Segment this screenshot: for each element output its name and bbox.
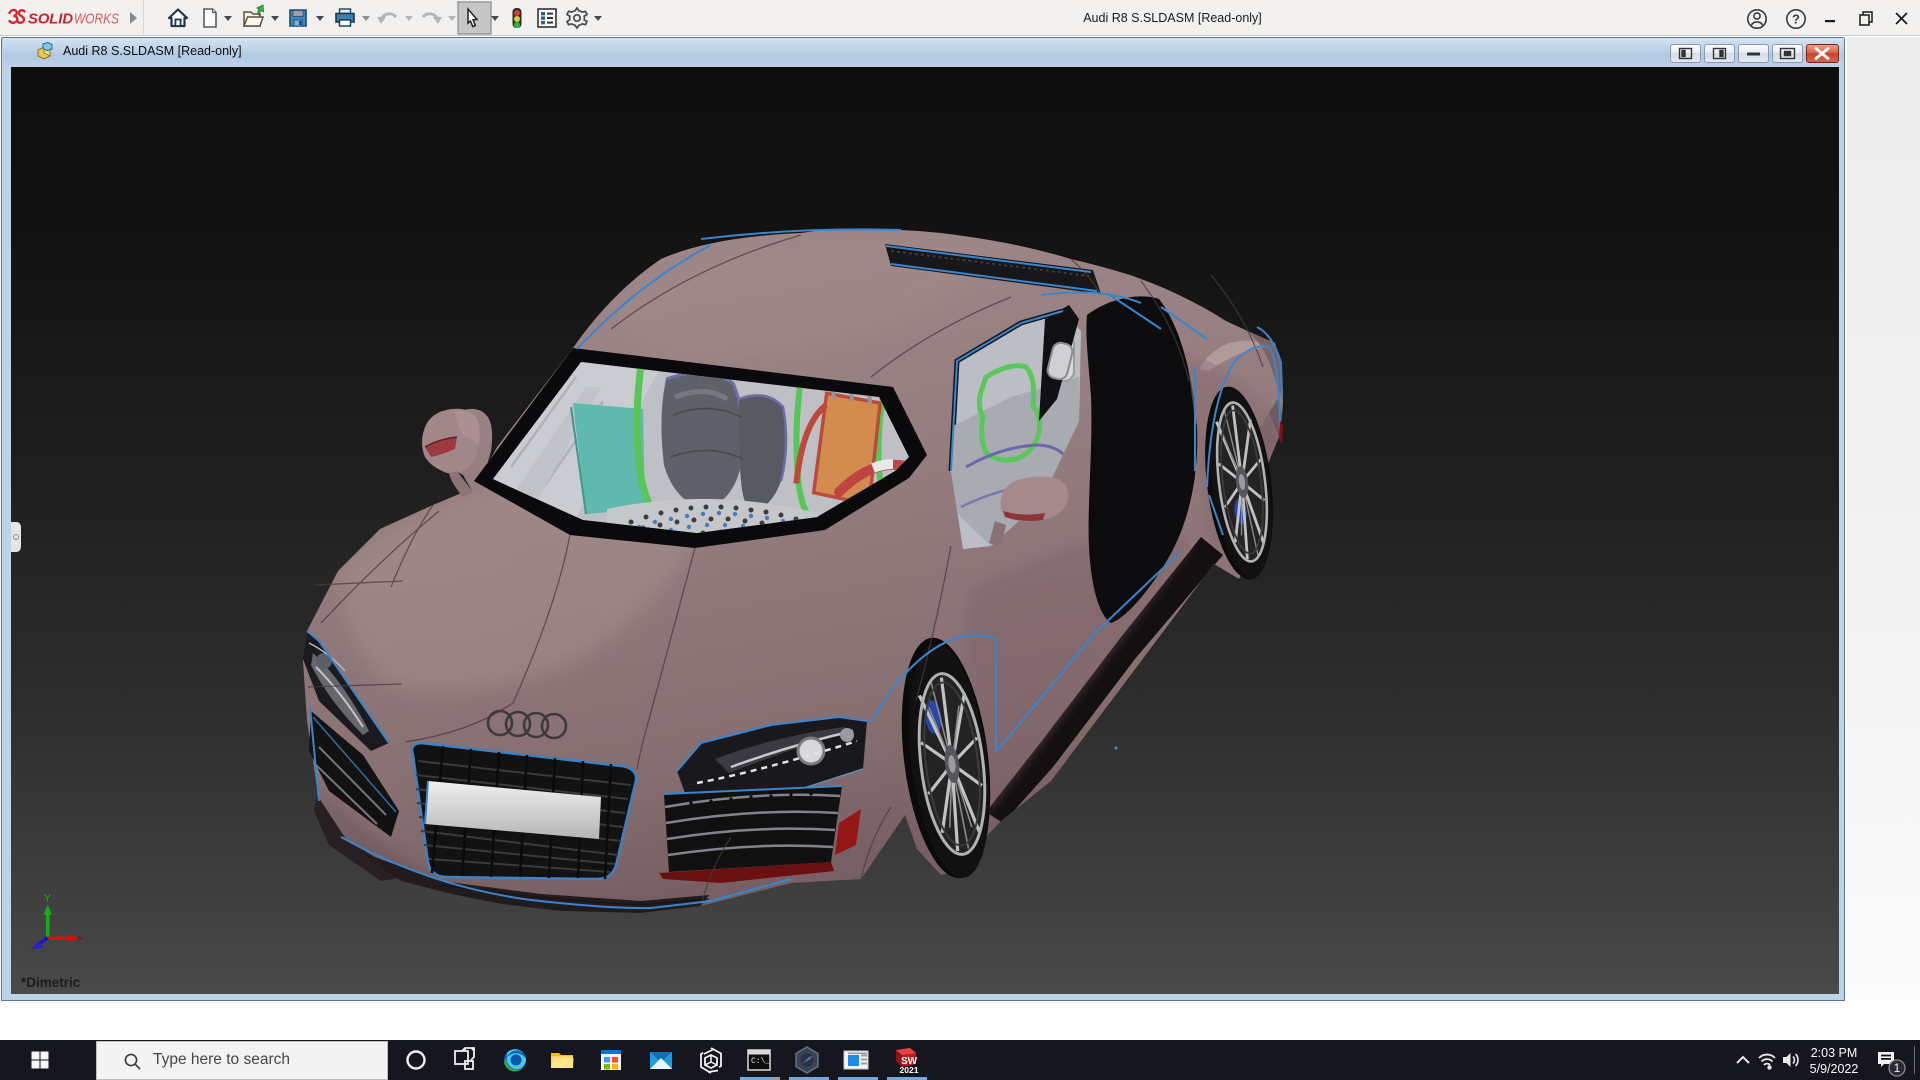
svg-text:WORKS: WORKS: [74, 12, 119, 28]
svg-text:2021: 2021: [900, 1065, 919, 1075]
svg-text:SOLID: SOLID: [28, 12, 74, 28]
svg-text:2:03 PM: 2:03 PM: [1811, 1046, 1858, 1060]
svg-text:Y: Y: [44, 893, 52, 905]
svg-text:5/9/2022: 5/9/2022: [1810, 1062, 1859, 1076]
svg-text:C:\_: C:\_: [751, 1057, 770, 1066]
svg-text:1: 1: [1894, 1061, 1901, 1075]
svg-text:?: ?: [1792, 12, 1800, 27]
